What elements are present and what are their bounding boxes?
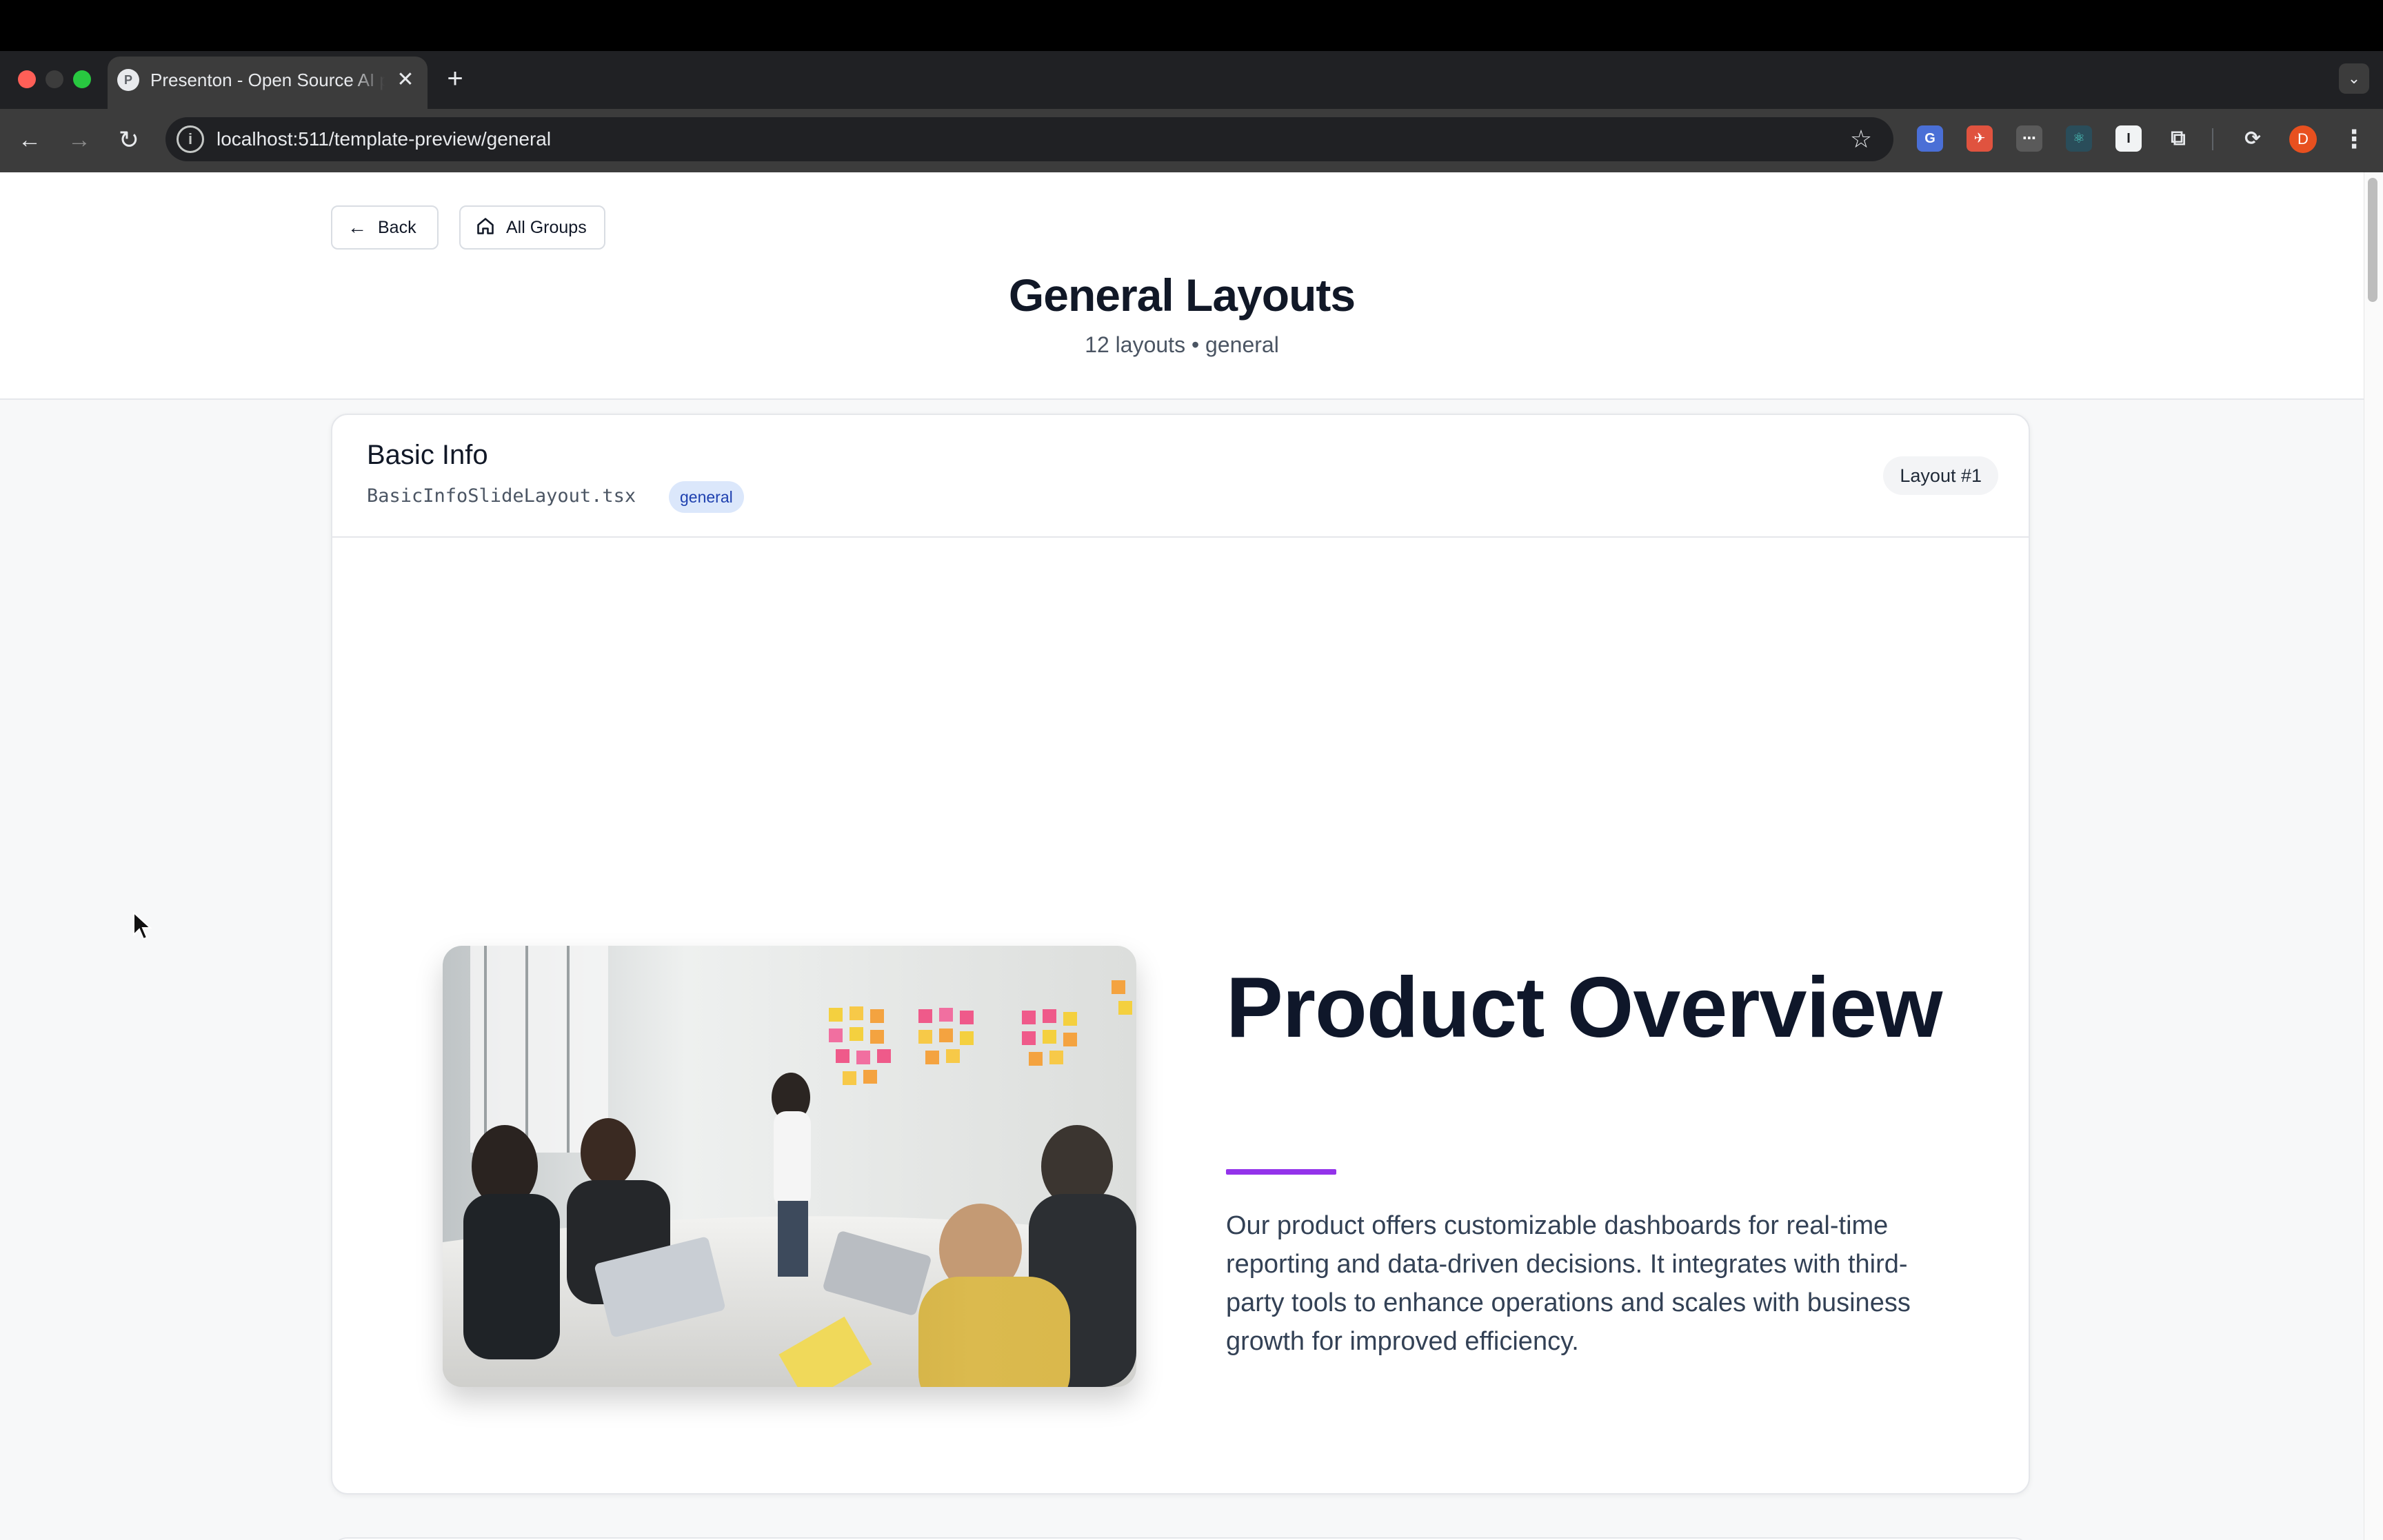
layout-card: Basic Info BasicInfoSlideLayout.tsx gene… [331,414,2030,1495]
layout-number-badge: Layout #1 [1883,456,1998,495]
page-header: ← Back All Groups General Layouts 12 lay… [0,172,2364,400]
arrow-left-icon: ← [348,216,367,238]
forward-arrow-icon[interactable]: → [62,123,97,157]
rocket-extension-icon[interactable]: ✈ [1967,125,1993,152]
new-tab-button[interactable]: + [441,63,469,94]
home-icon [476,216,495,239]
menu-kebab-icon[interactable]: ⋮ [2342,123,2366,156]
reload-icon[interactable]: ↻ [112,123,146,157]
tab-title[interactable]: Presenton - Open Source AI presentation … [150,66,385,94]
page-subtitle: 12 layouts • general [1085,332,1279,357]
i-extension-icon[interactable]: I [2115,125,2142,152]
speed-icon[interactable]: ⟳ [2240,125,2266,152]
tab-search-icon[interactable]: ⌄ [2339,63,2369,94]
translate-extension-icon[interactable]: G [1917,125,1943,152]
all-groups-label: All Groups [506,217,587,237]
mouse-cursor-icon [133,911,152,940]
slide-photo [443,946,1136,1387]
tab-favicon-icon: P [117,69,139,91]
dots-extension-icon[interactable]: ⋯ [2016,125,2042,152]
bookmark-star-icon[interactable]: ☆ [1845,123,1877,156]
layout-title: Basic Info [367,440,488,470]
react-extension-icon[interactable]: ⚛ [2066,125,2092,152]
slide-heading: Product Overview [1226,960,1942,1055]
window-top-bar [0,0,2383,51]
url-text[interactable]: localhost:511/template-preview/general [217,124,551,154]
back-button[interactable]: ← Back [331,205,439,250]
group-tag: general [669,481,744,513]
next-layout-card [331,1537,2030,1540]
profile-avatar[interactable]: D [2289,125,2317,153]
layout-filename: BasicInfoSlideLayout.tsx [367,485,636,507]
all-groups-button[interactable]: All Groups [459,205,605,250]
layout-card-header: Basic Info BasicInfoSlideLayout.tsx gene… [332,415,2029,538]
page-viewport: ← Back All Groups General Layouts 12 lay… [0,172,2364,1540]
page-title: General Layouts [1008,270,1356,321]
page-scrollbar[interactable] [2364,172,2383,1540]
maximize-window-button[interactable] [73,70,91,88]
slide-body-text: Our product offers customizable dashboar… [1226,1211,1911,1356]
site-info-icon[interactable]: i [177,125,204,153]
close-window-button[interactable] [18,70,36,88]
puzzle-extensions-icon[interactable]: ⧉ [2165,125,2191,152]
back-button-label: Back [378,217,416,237]
minimize-window-button[interactable] [46,70,63,88]
toolbar-divider [2212,128,2213,150]
scrollbar-thumb[interactable] [2368,178,2377,302]
back-arrow-icon[interactable]: ← [12,123,47,157]
slide-accent-rule [1226,1169,1336,1175]
tab-close-icon[interactable]: ✕ [393,66,418,94]
